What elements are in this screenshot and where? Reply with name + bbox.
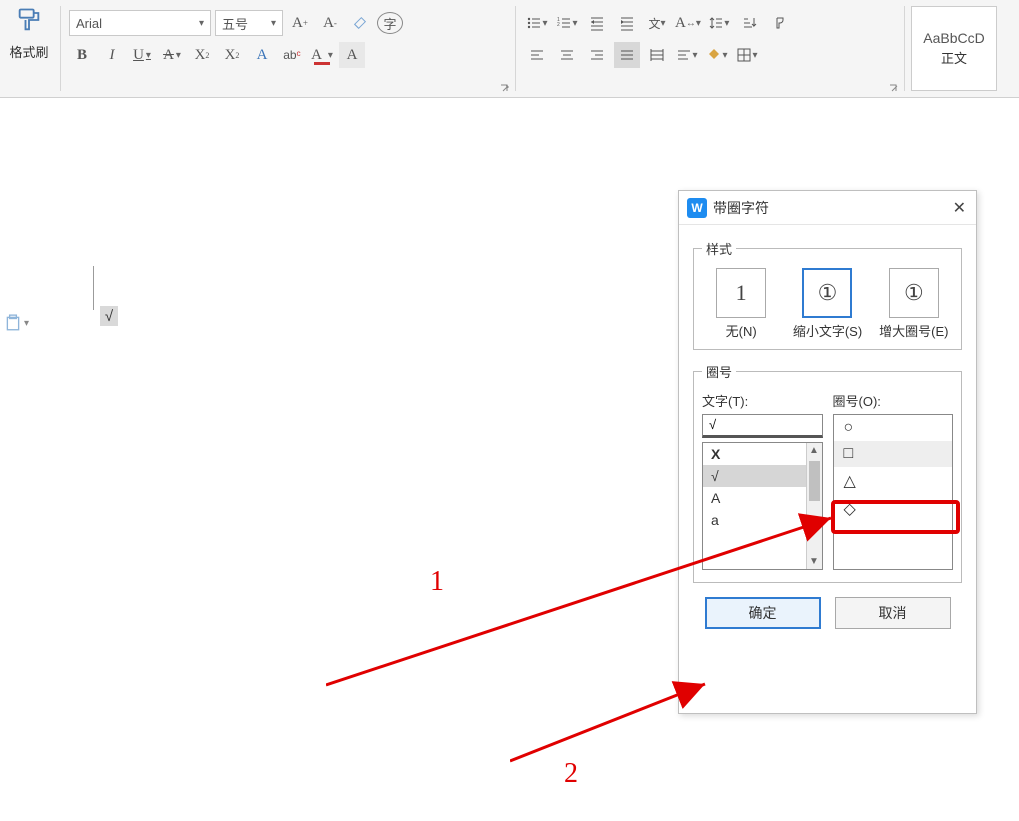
distribute-button[interactable] — [644, 42, 670, 68]
grow-font-button[interactable]: A+ — [287, 10, 313, 36]
list-item[interactable]: □ — [834, 441, 953, 467]
highlight-button[interactable]: A — [339, 42, 365, 68]
cursor-marker — [93, 266, 94, 310]
dialog-title: 带圈字符 — [713, 198, 769, 218]
selected-character: √ — [100, 306, 118, 326]
clear-format-button[interactable] — [347, 10, 373, 36]
annotation-label-2: 2 — [564, 758, 578, 790]
list-item[interactable]: ◇ — [834, 495, 953, 523]
document-header-space — [0, 98, 1019, 146]
phonetic-guide-button[interactable]: abᶜ — [279, 42, 305, 68]
list-item[interactable]: ○ — [834, 415, 953, 441]
align-justify-button[interactable] — [614, 42, 640, 68]
shrink-font-button[interactable]: A- — [317, 10, 343, 36]
font-size-dropdown[interactable]: 五号 ▾ — [215, 10, 283, 36]
shape-options-list[interactable]: ○ □ △ ◇ — [833, 414, 954, 570]
annotation-label-1: 1 — [430, 566, 444, 598]
style-none-preview: 1 — [716, 268, 766, 318]
dialog-titlebar: W 带圈字符 ✕ — [679, 191, 976, 225]
shading-button[interactable]: ▾ — [704, 42, 730, 68]
format-painter-icon[interactable] — [15, 6, 43, 34]
font-name-dropdown[interactable]: Arial ▾ — [69, 10, 211, 36]
chevron-down-icon: ▾ — [199, 18, 204, 29]
show-marks-button[interactable] — [766, 10, 792, 36]
italic-button[interactable]: I — [99, 42, 125, 68]
style-enlarge-preview: ① — [889, 268, 939, 318]
paragraph-group-launcher-icon[interactable] — [888, 83, 900, 95]
style-shrink-label: 缩小文字(S) — [788, 324, 866, 341]
enclose-char-button[interactable]: 字 — [377, 12, 403, 34]
tab-settings-button[interactable]: ▾ — [674, 42, 700, 68]
borders-button[interactable]: ▾ — [734, 42, 760, 68]
chevron-down-icon: ▾ — [271, 18, 276, 29]
format-painter-group: 格式刷 — [0, 0, 58, 97]
scroll-thumb[interactable] — [809, 461, 820, 501]
char-scale-button[interactable]: A↔▾ — [674, 10, 702, 36]
text-direction-button[interactable]: 文▾ — [644, 10, 670, 36]
text-column-label: 文字(T): — [702, 391, 823, 410]
text-input[interactable] — [702, 414, 823, 438]
numbering-button[interactable]: 12▾ — [554, 10, 580, 36]
style-group-label: 样式 — [702, 239, 736, 258]
superscript-button[interactable]: X2 — [189, 42, 215, 68]
list-item[interactable]: a — [703, 509, 822, 531]
bold-button[interactable]: B — [69, 42, 95, 68]
wps-logo-icon: W — [687, 198, 707, 218]
shape-column-label: 圈号(O): — [833, 391, 954, 410]
increase-indent-button[interactable] — [614, 10, 640, 36]
style-gallery[interactable]: AaBbCcD 正文 — [911, 6, 997, 91]
font-group-launcher-icon[interactable] — [499, 83, 511, 95]
ok-button[interactable]: 确定 — [705, 597, 821, 629]
style-shrink-preview: ① — [802, 268, 852, 318]
svg-text:2: 2 — [557, 22, 560, 28]
list-item[interactable]: A — [703, 487, 822, 509]
style-none-label: 无(N) — [702, 324, 780, 341]
style-sample: AaBbCcD — [923, 26, 984, 46]
sort-button[interactable] — [736, 10, 762, 36]
text-effects-button[interactable]: A — [249, 42, 275, 68]
enclose-char-dialog: W 带圈字符 ✕ 样式 1 无(N) ① 缩小文字(S) ① 增大圈号(E) — [678, 190, 977, 714]
scrollbar[interactable]: ▲ ▼ — [806, 443, 822, 569]
line-spacing-button[interactable]: ▾ — [706, 10, 732, 36]
font-color-button[interactable]: A▾ — [309, 42, 335, 68]
close-button[interactable]: ✕ — [953, 198, 966, 218]
style-option-none[interactable]: 1 无(N) — [702, 268, 780, 341]
style-enlarge-label: 增大圈号(E) — [875, 324, 953, 341]
decrease-indent-button[interactable] — [584, 10, 610, 36]
list-item[interactable]: △ — [834, 467, 953, 495]
style-option-enlarge[interactable]: ① 增大圈号(E) — [875, 268, 953, 341]
font-group: Arial ▾ 五号 ▾ A+ A- 字 B I U▾ A▾ X2 X2 A a… — [63, 0, 513, 97]
format-painter-label: 格式刷 — [9, 42, 48, 61]
paste-options-icon[interactable]: ▾ — [4, 314, 29, 332]
enclose-group: 圈号 文字(T): X √ A a ▲ ▼ — [693, 362, 962, 583]
list-item[interactable]: X — [703, 443, 822, 465]
underline-button[interactable]: U▾ — [129, 42, 155, 68]
enclose-group-label: 圈号 — [702, 362, 736, 381]
scroll-up-icon[interactable]: ▲ — [809, 443, 819, 458]
subscript-button[interactable]: X2 — [219, 42, 245, 68]
shape-column: 圈号(O): ○ □ △ ◇ — [833, 391, 954, 570]
ribbon: 格式刷 Arial ▾ 五号 ▾ A+ A- 字 B I U▾ A▾ X2 — [0, 0, 1019, 98]
font-size-value: 五号 — [222, 14, 248, 33]
paragraph-group: ▾ 12▾ 文▾ A↔▾ ▾ ▾ ▾ ▾ — [518, 0, 902, 97]
align-center-button[interactable] — [554, 42, 580, 68]
list-item[interactable]: √ — [703, 465, 822, 487]
style-group: 样式 1 无(N) ① 缩小文字(S) ① 增大圈号(E) — [693, 239, 962, 350]
style-option-shrink[interactable]: ① 缩小文字(S) — [788, 268, 866, 341]
align-left-button[interactable] — [524, 42, 550, 68]
bullets-button[interactable]: ▾ — [524, 10, 550, 36]
text-column: 文字(T): X √ A a ▲ ▼ — [702, 391, 823, 570]
font-name-value: Arial — [76, 16, 102, 31]
scroll-down-icon[interactable]: ▼ — [809, 554, 819, 569]
strikethrough-button[interactable]: A▾ — [159, 42, 185, 68]
style-label: 正文 — [941, 46, 967, 71]
align-right-button[interactable] — [584, 42, 610, 68]
cancel-button[interactable]: 取消 — [835, 597, 951, 629]
text-options-list[interactable]: X √ A a ▲ ▼ — [702, 442, 823, 570]
